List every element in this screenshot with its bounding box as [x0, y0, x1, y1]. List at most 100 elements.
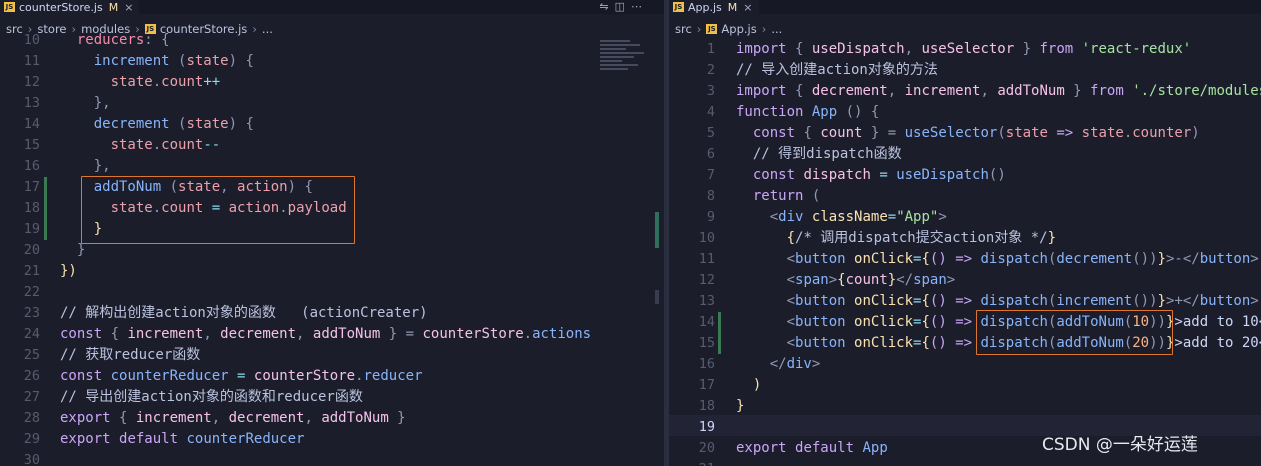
code-token: ) — [736, 377, 762, 393]
code-text: // 解构出创建action对象的函数 (actionCreater) — [60, 303, 428, 324]
code-token: = — [228, 368, 254, 384]
code-token: { — [786, 83, 812, 99]
breadcrumb[interactable]: src › store › modules › JS counterStore.js ›... — [0, 20, 273, 38]
code-token: const — [752, 125, 796, 141]
code-token: } — [1157, 251, 1166, 267]
modified-badge: M — [727, 0, 738, 14]
breadcrumb-item[interactable]: App.js — [721, 22, 756, 36]
code-token: decrement — [1056, 251, 1133, 267]
breadcrumb-item[interactable]: modules — [81, 22, 130, 36]
code-token: () { — [837, 104, 880, 120]
code-token: button — [1199, 251, 1251, 267]
editor-pane-counterstore[interactable]: 10 reducers: {11 increment (state) {12 s… — [0, 0, 664, 466]
line-number: 2 — [706, 62, 715, 78]
tab-app-js[interactable]: JS App.js M × — [669, 0, 759, 14]
line-number: 29 — [23, 431, 40, 447]
code-token: button — [795, 251, 846, 267]
code-token: < — [736, 272, 796, 288]
breadcrumb-item[interactable]: src — [6, 22, 23, 36]
js-file-icon: JS — [144, 24, 156, 34]
code-token: = — [887, 209, 897, 225]
code-token: decrement — [811, 83, 888, 99]
code-token: from — [1090, 83, 1124, 99]
breadcrumb-item[interactable]: counterStore.js — [160, 22, 248, 36]
code-token: , — [887, 83, 905, 99]
more-actions-icon[interactable]: ⋯ — [631, 0, 648, 13]
code-token: actions — [532, 326, 592, 342]
code-token: ) { — [228, 116, 254, 132]
git-change-marker[interactable] — [718, 312, 721, 333]
breadcrumb-item[interactable]: ... — [262, 22, 273, 36]
code-text: ) — [736, 375, 761, 396]
code-token: // 获取reducer函数 — [60, 347, 201, 363]
line-number: 15 — [23, 137, 40, 153]
code-token: span — [795, 272, 829, 288]
split-editor-icon[interactable]: ◫ — [615, 0, 631, 13]
breadcrumb[interactable]: src › JS App.js ›... — [669, 20, 782, 38]
code-token: ) { — [228, 53, 254, 69]
code-text: export { increment, decrement, addToNum … — [60, 408, 406, 429]
code-token: >-</ — [1165, 251, 1200, 267]
code-token: button — [1199, 293, 1251, 309]
code-token: import — [736, 83, 787, 99]
code-token: } — [1157, 293, 1166, 309]
code-token: } — [1064, 83, 1091, 99]
code-token: () => — [929, 335, 981, 351]
code-text: // 获取reducer函数 — [60, 345, 200, 366]
code-token: addToNum — [312, 326, 381, 342]
code-token: button — [795, 293, 846, 309]
compare-icon[interactable]: ⇋ — [599, 0, 614, 13]
code-token: }, — [60, 95, 111, 111]
editor-pane-app[interactable]: 1 import { useDispatch, useSelector } fro… — [669, 0, 1261, 466]
code-text: <button onClick={() => dispatch(incremen… — [736, 291, 1259, 312]
close-icon[interactable]: × — [124, 1, 133, 14]
code-token: . — [355, 368, 364, 384]
git-change-marker[interactable] — [44, 219, 47, 240]
git-change-marker[interactable] — [44, 177, 47, 198]
code-token: div — [778, 209, 804, 225]
code-token: < — [736, 251, 796, 267]
scrollbar-thumb[interactable] — [655, 290, 659, 304]
minimap[interactable] — [600, 38, 650, 98]
code-text: // 导出创建action对象的函数和reducer函数 — [60, 387, 363, 408]
code-text: import { decrement, increment, addToNum … — [736, 81, 1261, 102]
code-token: // 导出创建action对象的函数和reducer函数 — [60, 389, 363, 405]
code-token: counterStore — [253, 368, 356, 384]
code-token: > — [938, 209, 947, 225]
breadcrumb-item[interactable]: ... — [771, 22, 782, 36]
line-number: 30 — [23, 452, 40, 466]
code-token: } — [1047, 230, 1057, 246]
line-number: 8 — [706, 188, 715, 204]
code-token: . — [152, 74, 162, 90]
tab-counterstore-js[interactable]: JS counterStore.js M × — [0, 0, 140, 14]
line-number: 28 — [23, 410, 40, 426]
code-token: { — [921, 251, 930, 267]
code-text: <div className="App"> — [736, 207, 947, 228]
code-token: { — [736, 230, 796, 246]
code-token: () — [988, 167, 1006, 183]
code-token: onClick — [854, 251, 914, 267]
js-file-icon: JS — [673, 2, 684, 12]
line-number: 19 — [23, 221, 40, 237]
breadcrumb-item[interactable]: store — [37, 22, 66, 36]
code-token: }) — [60, 263, 77, 279]
code-token: from — [1039, 41, 1074, 57]
code-token: , — [304, 410, 322, 426]
code-token: { — [921, 335, 930, 351]
breadcrumb-item[interactable]: src — [675, 22, 692, 36]
git-change-marker[interactable] — [718, 333, 721, 354]
code-token: () => — [929, 251, 981, 267]
code-token: { — [102, 326, 128, 342]
code-token: return — [752, 188, 804, 204]
line-number: 20 — [698, 440, 715, 456]
code-token: button — [795, 314, 846, 330]
code-token: { — [110, 410, 136, 426]
close-icon[interactable]: × — [743, 1, 752, 14]
git-change-marker[interactable] — [44, 198, 47, 219]
modified-badge: M — [108, 0, 119, 14]
code-token: { — [921, 293, 930, 309]
code-text: const dispatch = useDispatch() — [736, 165, 1006, 186]
